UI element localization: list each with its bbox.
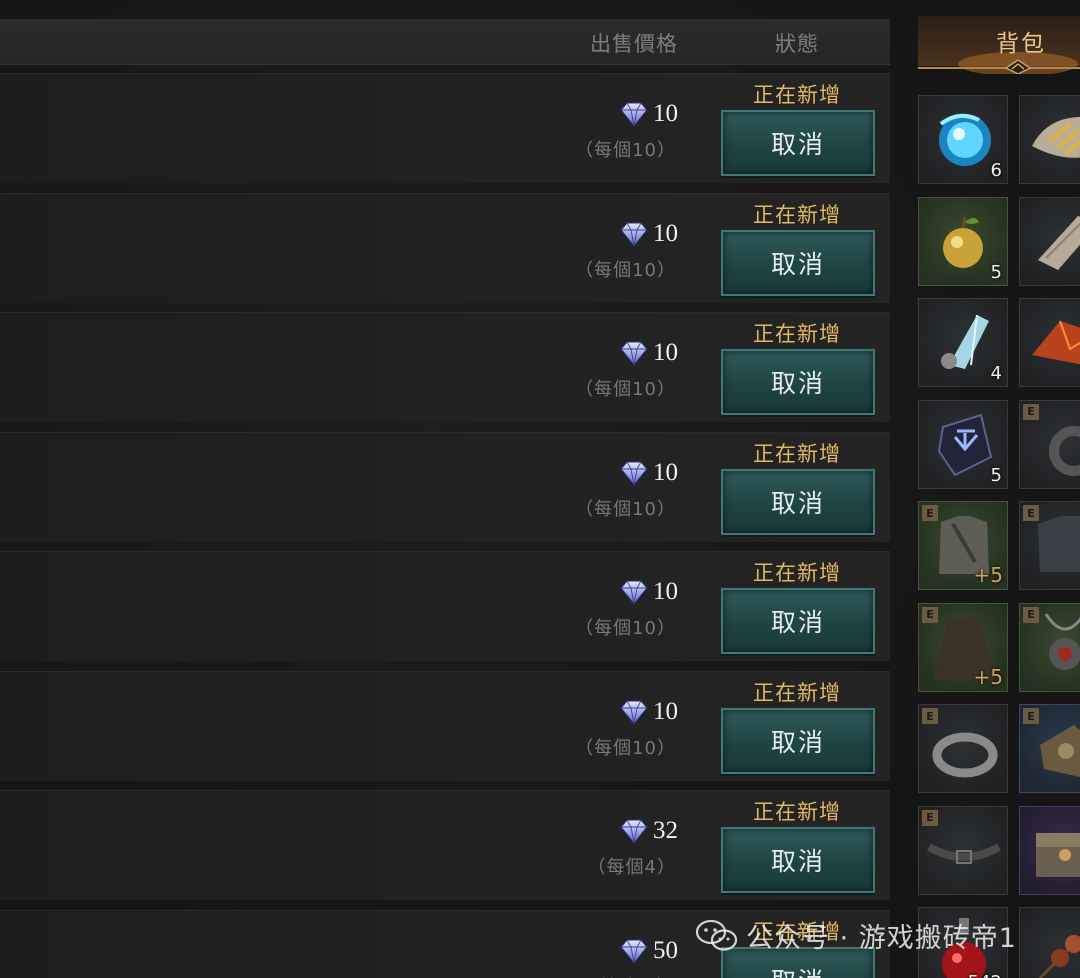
listing-status: 正在新增	[753, 561, 841, 585]
bag-slot[interactable]: E	[918, 805, 1008, 895]
listing-row: 32 （每個4） 正在新增取消	[0, 790, 890, 900]
diamond-gem-icon	[619, 579, 649, 605]
cancel-button[interactable]: 取消	[721, 468, 875, 535]
bag-slot[interactable]	[1019, 196, 1080, 286]
equip-badge: E	[1023, 606, 1039, 623]
bag-slot[interactable]: E +5	[918, 602, 1008, 692]
cancel-button[interactable]: 取消	[721, 349, 875, 415]
status-column-header: 狀態	[775, 32, 819, 56]
price-per-unit: （每個10）	[575, 737, 676, 759]
listing-row: 10 （每個10） 正在新增 取消	[0, 670, 890, 781]
listing-status: 正在新增	[753, 680, 841, 705]
cancel-button[interactable]: 取消	[721, 707, 875, 774]
price-per-unit: （每個5）	[588, 973, 676, 978]
equip-badge: E	[922, 708, 938, 724]
item-count: 542	[968, 972, 1002, 978]
bag-slot[interactable]: E	[1019, 501, 1080, 590]
enhance-level: +5	[973, 563, 1003, 587]
listing-price: 10	[619, 100, 678, 128]
item-count: 5	[990, 261, 1002, 283]
game-trade-screen: 出售價格 狀態 10 （每個10） 正在新增 取消 10 （每個10） 正在新增 取消 10 （每…	[0, 0, 1080, 978]
listing-status: 正在新增	[753, 441, 841, 466]
bag-slot[interactable]: E	[918, 704, 1008, 793]
price-per-unit: （每個10）	[575, 379, 676, 400]
equip-badge: E	[1023, 505, 1039, 521]
price-per-unit: （每個10）	[575, 618, 676, 639]
cancel-button[interactable]: 取消	[721, 229, 875, 296]
bag-slot[interactable]	[1019, 298, 1080, 387]
diamond-gem-icon	[619, 101, 649, 127]
listing-price: 10	[619, 578, 678, 606]
bag-slot[interactable]: 4	[918, 298, 1008, 387]
equip-badge: E	[1023, 403, 1039, 420]
diamond-gem-icon	[619, 699, 649, 725]
item-count: 6	[990, 160, 1002, 181]
price-amount: 10	[653, 578, 678, 605]
item-count: 4	[990, 363, 1002, 384]
listing-row: 10 （每個10） 正在新增 取消	[0, 431, 890, 542]
price-amount: 10	[653, 219, 678, 247]
bag-tab-title[interactable]: 背包	[996, 24, 1046, 58]
price-amount: 10	[653, 458, 678, 486]
equip-badge: E	[1023, 708, 1039, 724]
price-column-header: 出售價格	[590, 32, 678, 56]
price-amount: 50	[653, 936, 678, 964]
cancel-button[interactable]: 取消	[721, 827, 875, 893]
cancel-button[interactable]: 取消	[721, 110, 875, 176]
bag-slot[interactable]: E	[1019, 602, 1080, 692]
equip-badge: E	[922, 809, 938, 826]
listing-price: 50	[619, 937, 678, 965]
listing-status: 正在新增	[753, 202, 841, 227]
watermark-text: 公众号 · 游戏搬砖帝1	[746, 923, 1017, 954]
bag-slot[interactable]	[1019, 95, 1080, 184]
listing-status: 正在新增	[753, 800, 841, 824]
listing-header: 出售價格 狀態	[0, 19, 890, 65]
listing-price: 10	[619, 459, 678, 487]
cancel-button[interactable]: 取消	[721, 588, 875, 654]
equip-badge: E	[922, 505, 938, 521]
listing-row: 10 （每個10） 正在新增 取消	[0, 192, 890, 303]
listing-price: 10	[619, 698, 678, 726]
listing-status: 正在新增	[753, 322, 841, 346]
bag-slot[interactable]: E	[1019, 399, 1080, 489]
wechat-icon	[696, 919, 738, 951]
bag-slot[interactable]: E	[1019, 704, 1080, 793]
bag-slot[interactable]: E +5	[918, 501, 1008, 590]
diamond-gem-icon	[619, 818, 649, 844]
diamond-gem-icon	[619, 938, 649, 964]
watermark: 公众号 · 游戏搬砖帝1	[696, 916, 1017, 955]
listing-price: 10	[619, 220, 678, 248]
listing-price: 10	[619, 339, 678, 367]
listing-price: 32	[619, 817, 678, 845]
listing-row: 10 （每個10） 正在新增取消	[0, 73, 890, 183]
diamond-gem-icon	[619, 221, 649, 247]
price-per-unit: （每個10）	[575, 140, 676, 161]
equip-badge: E	[922, 606, 938, 623]
price-amount: 10	[653, 339, 678, 366]
listing-row: 10 （每個10） 正在新增取消	[0, 551, 890, 661]
diamond-gem-icon	[619, 460, 649, 486]
price-amount: 32	[653, 817, 678, 844]
bag-slot[interactable]: 6	[918, 95, 1008, 184]
item-count: 5	[990, 464, 1002, 486]
bag-slot[interactable]: 5	[918, 196, 1008, 286]
bag-slot[interactable]	[1019, 907, 1080, 978]
price-per-unit: （每個4）	[587, 857, 676, 878]
listing-row: 10 （每個10） 正在新增取消	[0, 312, 890, 422]
listing-status: 正在新增	[753, 83, 841, 107]
enhance-level: +5	[973, 664, 1003, 689]
bag-slot[interactable]	[1019, 805, 1080, 895]
diamond-gem-icon	[619, 340, 649, 366]
price-per-unit: （每個10）	[575, 498, 676, 520]
price-amount: 10	[653, 100, 678, 127]
bag-slot[interactable]: 5	[918, 399, 1008, 489]
price-amount: 10	[653, 697, 678, 725]
price-per-unit: （每個10）	[575, 259, 676, 281]
